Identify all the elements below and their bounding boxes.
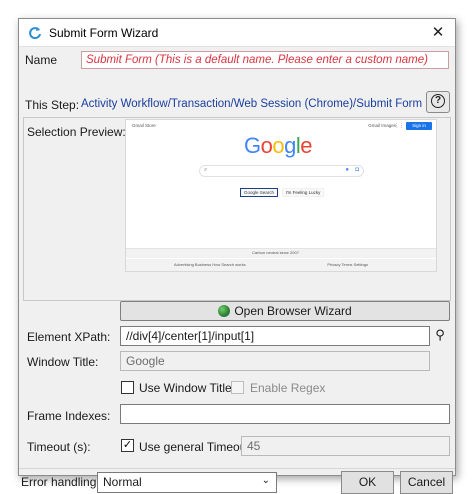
preview-footer-right: Privacy Terms Settings xyxy=(327,262,368,267)
close-icon[interactable]: ✕ xyxy=(427,22,449,44)
preview-search-box: ⌕ ● ◘ xyxy=(199,165,364,177)
name-input[interactable]: Submit Form (This is a default name. Ple… xyxy=(81,51,449,69)
open-browser-wizard-button[interactable]: Open Browser Wizard xyxy=(120,301,450,321)
app-refresh-icon xyxy=(29,27,41,40)
this-step-label: This Step: xyxy=(25,98,80,112)
checkmark-icon: ✓ xyxy=(122,439,133,451)
camera-icon: ◘ xyxy=(355,167,359,173)
element-xpath-label: Element XPath: xyxy=(27,330,111,344)
element-xpath-input[interactable]: //div[4]/center[1]/input[1] xyxy=(120,326,430,346)
use-window-title-checkbox[interactable] xyxy=(121,381,134,394)
chevron-down-icon: ⌄ xyxy=(261,475,270,486)
use-general-timeout-checkbox[interactable]: ✓ xyxy=(121,439,134,452)
microphone-icon: ● xyxy=(345,167,349,173)
preview-footer-left: Advertising Business How Search works xyxy=(174,262,246,267)
globe-icon xyxy=(218,305,231,317)
dialog-body: Name Submit Form (This is a default name… xyxy=(19,47,455,494)
enable-regex-checkbox[interactable] xyxy=(231,381,244,394)
window-title-input[interactable]: Google xyxy=(120,351,430,371)
timeout-label: Timeout (s): xyxy=(27,440,91,454)
preview-top-left-links: Gmail Store xyxy=(132,123,156,128)
enable-regex-label: Enable Regex xyxy=(250,381,326,395)
selection-preview-label: Selection Preview: xyxy=(27,125,126,139)
preview-feeling-lucky-button: I'm Feeling Lucky xyxy=(282,188,324,197)
preview-sign-in: Sign in xyxy=(406,122,432,130)
help-button[interactable]: ? xyxy=(426,91,450,113)
search-icon: ⌕ xyxy=(204,167,208,173)
help-icon: ? xyxy=(431,94,445,108)
google-logo: Google xyxy=(244,133,313,158)
error-handling-value: Normal xyxy=(103,475,142,489)
timeout-input[interactable]: 45 xyxy=(241,436,450,456)
preview-google-search-button: Google Search xyxy=(240,188,278,197)
selection-preview-image: Gmail Store Gmail Images ⋮⋮ Sign in Goog… xyxy=(125,119,437,272)
submit-form-wizard-dialog: Submit Form Wizard ✕ Name Submit Form (T… xyxy=(18,18,456,494)
step-path-link[interactable]: Activity Workflow/Transaction/Web Sessio… xyxy=(81,98,422,110)
preview-footer: Advertising Business How Search works Pr… xyxy=(126,259,436,271)
window-title: Submit Form Wizard xyxy=(49,26,159,40)
error-handling-label: Error handling: xyxy=(21,475,100,489)
footer-divider xyxy=(19,468,455,469)
frame-indexes-label: Frame Indexes: xyxy=(27,409,111,423)
pin-icon[interactable]: ⚲ xyxy=(432,327,448,343)
ok-button[interactable]: OK xyxy=(341,471,394,494)
name-label: Name xyxy=(25,53,58,67)
preview-top-right-links: Gmail Images xyxy=(368,123,396,128)
apps-grid-icon: ⋮⋮ xyxy=(394,123,404,129)
open-browser-wizard-label: Open Browser Wizard xyxy=(234,304,352,318)
cancel-button[interactable]: Cancel xyxy=(400,471,453,494)
title-bar: Submit Form Wizard ✕ xyxy=(19,19,455,47)
window-title-label: Window Title: xyxy=(27,355,99,369)
use-general-timeout-label: Use general Timeout xyxy=(139,440,250,454)
frame-indexes-input[interactable] xyxy=(120,404,450,424)
use-window-title-label: Use Window Title xyxy=(139,381,232,395)
preview-footer-notice: Carbon neutral since 2007 xyxy=(126,248,436,258)
